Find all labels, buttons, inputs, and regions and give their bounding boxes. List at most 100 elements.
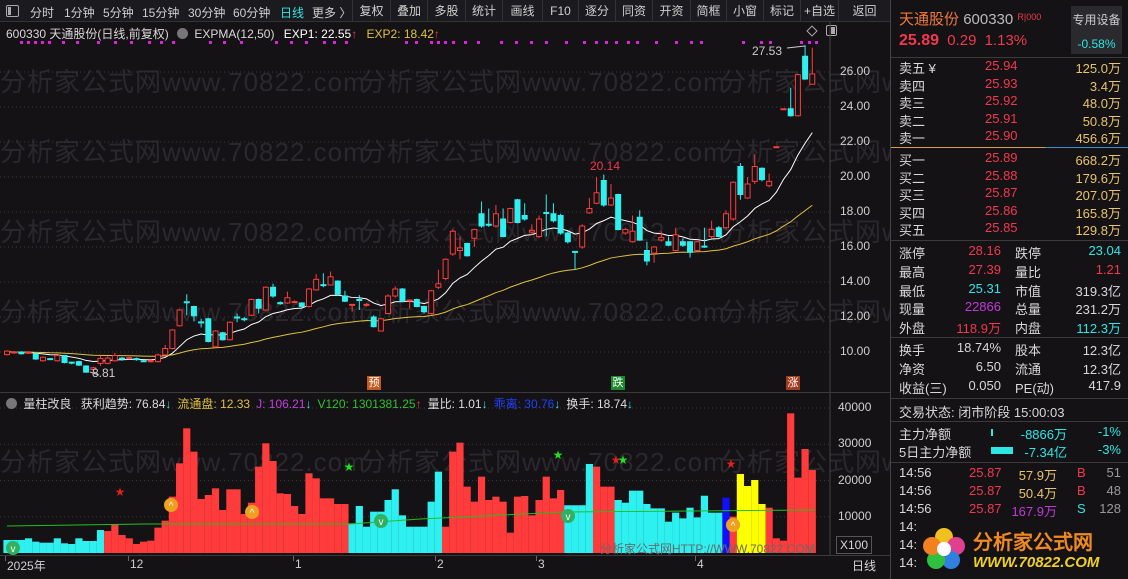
overlay-button[interactable]: 叠加 xyxy=(390,0,427,22)
ask-row[interactable]: 卖四 25.93 3.4万 xyxy=(891,76,1128,94)
candle-down xyxy=(219,331,226,341)
stat-value: 319.3亿 xyxy=(1075,283,1121,299)
candle-down xyxy=(737,163,744,200)
candle-down xyxy=(341,290,348,303)
bid-row[interactable]: 买五 25.85 129.8万 xyxy=(891,220,1128,238)
tick-price: 25.87 xyxy=(969,483,1002,498)
period-tab-more[interactable]: 更多 〉 xyxy=(312,4,351,21)
last-price: 25.89 xyxy=(899,32,940,49)
bid-row[interactable]: 买二 25.88 179.6万 xyxy=(891,168,1128,186)
period-tab-60min[interactable]: 60分钟 xyxy=(233,4,270,21)
bid-row[interactable]: 买四 25.86 165.8万 xyxy=(891,203,1128,221)
candle-down xyxy=(758,167,765,182)
volume-bar xyxy=(413,526,421,553)
signal-glyph: ^ xyxy=(731,521,736,532)
sector-box[interactable]: 专用设备 -0.58% xyxy=(1071,6,1122,54)
period-tab-daily[interactable]: 日线 xyxy=(280,4,304,21)
book-price: 25.88 xyxy=(985,167,1018,183)
ask-row[interactable]: 卖三 25.92 48.0万 xyxy=(891,93,1128,111)
period-tab-1min[interactable]: 1分钟 xyxy=(64,4,95,21)
signal-glyph: v xyxy=(566,512,571,523)
candle-up xyxy=(507,207,514,224)
volume-axis-label: 40000 xyxy=(838,400,872,414)
volume-bar xyxy=(427,501,435,553)
volume-bar xyxy=(334,503,342,553)
capital-flow-row[interactable]: 5日主力净额 -7.34亿 -3% xyxy=(891,442,1128,460)
candle-up xyxy=(442,258,449,281)
signal-glyph: ^ xyxy=(169,501,174,512)
badge-fall[interactable]: 跌 xyxy=(611,376,625,390)
label-peak: 20.14 xyxy=(590,159,621,173)
signal-dot xyxy=(27,41,30,44)
open-fund-button[interactable]: 开资 xyxy=(652,0,690,22)
badge-rise[interactable]: 涨 xyxy=(786,376,800,390)
back-button[interactable]: 返回 xyxy=(838,0,890,22)
indicator-toggle-icon[interactable] xyxy=(6,398,17,409)
ask-row[interactable]: 卖五 ¥ 25.94 125.0万 xyxy=(891,58,1128,76)
volume-bar xyxy=(578,505,586,553)
mini-window-button[interactable]: 小窗 xyxy=(726,0,763,22)
price-axis-label: 14.00 xyxy=(840,274,871,288)
volume-bar xyxy=(787,413,795,553)
signal-dot xyxy=(742,41,745,44)
same-fund-button[interactable]: 同资 xyxy=(615,0,652,22)
volume-bar xyxy=(441,526,450,553)
simple-frame-button[interactable]: 简框 xyxy=(690,0,726,22)
signal-dot xyxy=(437,41,440,44)
label-high: 27.53 xyxy=(752,44,783,58)
period-tab-30min[interactable]: 30分钟 xyxy=(188,4,225,21)
candle-down xyxy=(687,240,694,258)
stats-button[interactable]: 统计 xyxy=(465,0,502,22)
book-level-label: 买四 xyxy=(899,205,926,221)
tick-price: 25.87 xyxy=(969,501,1002,516)
price-axis-label: 22.00 xyxy=(840,134,871,148)
badge-forecast[interactable]: 预 xyxy=(367,376,381,390)
volume-bar xyxy=(226,489,234,553)
stat-value: 417.9 xyxy=(1088,377,1121,393)
signal-dot xyxy=(130,41,133,44)
candle-up xyxy=(313,274,320,291)
volume-stat: 换手: 18.74 xyxy=(566,397,628,411)
stat-label: 收益(三) xyxy=(899,380,947,396)
price-axis-label: 24.00 xyxy=(840,99,871,113)
candle-up xyxy=(363,303,370,307)
flow-label: 主力净额 xyxy=(899,427,952,442)
mark-button[interactable]: 标记 xyxy=(763,0,800,22)
star-icon: ★ xyxy=(115,485,126,499)
draw-button[interactable]: 画线 xyxy=(502,0,542,22)
ask-row[interactable]: 卖二 25.91 50.8万 xyxy=(891,111,1128,129)
panel-toggle-icon[interactable] xyxy=(6,5,19,17)
add-watchlist-button[interactable]: +自选 xyxy=(800,0,838,22)
multi-stock-button[interactable]: 多股 xyxy=(427,0,465,22)
period-tab-fenshi[interactable]: 分时 xyxy=(30,4,54,21)
fuquan-button[interactable]: 复权 xyxy=(352,0,390,22)
volume-bar xyxy=(398,515,407,553)
period-tab-5min[interactable]: 5分钟 xyxy=(103,4,134,21)
ask-row[interactable]: 卖一 25.90 456.6万 xyxy=(891,128,1128,146)
stock-tag: R|000 xyxy=(1017,12,1042,22)
book-price: 25.94 xyxy=(985,58,1018,73)
bid-row[interactable]: 买一 25.89 668.2万 xyxy=(891,150,1128,168)
volume-bar xyxy=(348,523,356,553)
signal-dot xyxy=(800,41,803,44)
signal-dot xyxy=(452,41,455,44)
candle-up xyxy=(162,345,169,356)
signal-dot xyxy=(20,41,23,44)
candlestick-chart[interactable]: ★★★ ★★ ★^^^vv v xyxy=(0,22,890,579)
f10-button[interactable]: F10 xyxy=(542,0,578,22)
signal-dot xyxy=(114,41,117,44)
candle-up xyxy=(212,330,219,348)
chart-area[interactable]: 600330 天通股份(日线,前复权) EXPMA(12,50) EXP1: 2… xyxy=(0,22,1085,579)
stat-label: 现量 xyxy=(899,302,926,318)
candle-down xyxy=(701,227,708,248)
volume-bar xyxy=(68,544,76,553)
candle-down xyxy=(572,250,579,270)
capital-flow-row[interactable]: 主力净额 -8866万 -1% xyxy=(891,424,1128,442)
bid-row[interactable]: 买三 25.87 207.0万 xyxy=(891,185,1128,203)
stat-label: 最低 xyxy=(899,283,926,299)
volume-bar xyxy=(312,478,320,553)
period-tab-15min[interactable]: 15分钟 xyxy=(142,4,179,21)
candle-up xyxy=(456,236,463,260)
book-price: 25.91 xyxy=(985,110,1018,126)
tick-button[interactable]: 逐分 xyxy=(578,0,615,22)
